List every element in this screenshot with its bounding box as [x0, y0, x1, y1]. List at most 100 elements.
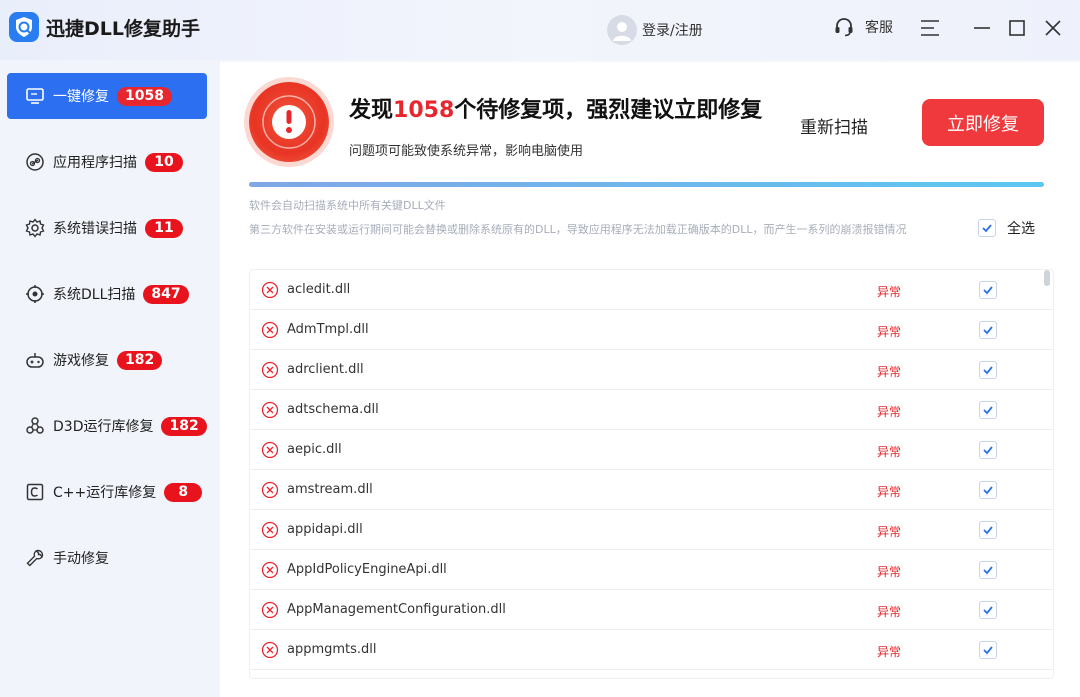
sidebar-item-system-error-scan[interactable]: 系统错误扫描 11	[7, 205, 207, 251]
row-checkbox[interactable]	[979, 561, 997, 579]
sidebar-item-app-scan[interactable]: 应用程序扫描 10	[7, 139, 207, 185]
dll-name: aepic.dll	[287, 442, 342, 457]
check-icon	[983, 446, 993, 455]
login-register-button[interactable]: 登录/注册	[607, 15, 703, 45]
check-icon	[983, 286, 993, 295]
error-x-icon	[261, 361, 279, 379]
scan-progress-bar	[249, 182, 1044, 187]
check-icon	[982, 224, 992, 233]
list-scrollbar[interactable]	[1044, 270, 1050, 286]
check-icon	[983, 406, 993, 415]
table-row: adtschema.dll 异常	[250, 390, 1053, 430]
molecule-icon	[25, 416, 45, 436]
sidebar-item-d3d-runtime-repair[interactable]: D3D运行库修复 182	[7, 403, 207, 449]
select-all-checkbox[interactable]	[978, 219, 996, 237]
customer-service-button[interactable]: 客服	[833, 16, 893, 38]
scan-progress-fill	[249, 182, 1044, 187]
sidebar-item-label: D3D运行库修复	[53, 419, 154, 435]
dll-name: adtschema.dll	[287, 402, 379, 417]
sidebar-item-label: 游戏修复	[53, 353, 109, 369]
row-checkbox[interactable]	[979, 441, 997, 459]
table-row: aepic.dll 异常	[250, 430, 1053, 470]
avatar	[607, 15, 637, 45]
sidebar: 一键修复 1058 应用程序扫描 10 系统错误扫描 11 系统DLL扫描 84…	[0, 60, 220, 697]
status-text: 异常	[877, 445, 902, 459]
app-logo-icon	[9, 12, 39, 42]
row-checkbox[interactable]	[979, 601, 997, 619]
error-x-icon	[261, 401, 279, 419]
select-all-label: 全选	[1007, 221, 1035, 237]
status-text: 异常	[877, 485, 902, 499]
row-checkbox[interactable]	[979, 521, 997, 539]
error-x-icon	[261, 601, 279, 619]
customer-service-label: 客服	[865, 20, 893, 36]
status-text: 异常	[877, 605, 902, 619]
sidebar-item-one-click-repair[interactable]: 一键修复 1058	[7, 73, 207, 119]
sidebar-item-label: 系统DLL扫描	[53, 287, 136, 303]
fix-now-button[interactable]: 立即修复	[922, 99, 1044, 146]
status-text: 异常	[877, 365, 902, 379]
table-row: AppManagementConfiguration.dll 异常	[250, 590, 1053, 630]
dll-name: amstream.dll	[287, 482, 373, 497]
dll-name: acledit.dll	[287, 282, 351, 297]
row-checkbox[interactable]	[979, 481, 997, 499]
subtitle: 问题项可能致使系统异常，影响电脑使用	[349, 144, 584, 159]
title-bar: 迅捷DLL修复助手 登录/注册 客服	[0, 0, 1080, 60]
error-x-icon	[261, 321, 279, 339]
check-icon	[983, 606, 993, 615]
dll-name: adrclient.dll	[287, 362, 364, 377]
headline-prefix: 发现	[349, 98, 394, 123]
table-row: amstream.dll 异常	[250, 470, 1053, 510]
table-row: appmgmts.dll 异常	[250, 630, 1053, 670]
count-badge: 10	[145, 152, 183, 172]
count-badge: 847	[143, 284, 189, 304]
sidebar-item-manual-repair[interactable]: 手动修复	[7, 535, 207, 581]
wrench-icon	[25, 548, 45, 568]
menu-button[interactable]	[918, 16, 942, 40]
dll-name: AdmTmpl.dll	[287, 322, 369, 337]
check-icon	[983, 366, 993, 375]
count-badge: 11	[145, 218, 183, 238]
info-text-1: 软件会自动扫描系统中所有关键DLL文件	[249, 199, 446, 212]
select-all-toggle[interactable]: 全选	[978, 218, 1035, 238]
dll-name: AppManagementConfiguration.dll	[287, 602, 506, 617]
sidebar-item-label: C++运行库修复	[53, 485, 157, 501]
count-badge: 8	[164, 482, 203, 502]
error-x-icon	[261, 281, 279, 299]
close-icon	[1045, 20, 1061, 36]
count-badge: 182	[161, 416, 207, 436]
error-x-icon	[261, 441, 279, 459]
gear-icon	[25, 218, 45, 238]
row-checkbox[interactable]	[979, 361, 997, 379]
status-text: 异常	[877, 405, 902, 419]
sidebar-item-label: 一键修复	[53, 89, 109, 105]
rescan-button[interactable]: 重新扫描	[800, 113, 868, 138]
minimize-button[interactable]	[970, 16, 994, 40]
table-row: appidapi.dll 异常	[250, 510, 1053, 550]
check-icon	[983, 326, 993, 335]
sidebar-item-cpp-runtime-repair[interactable]: C++运行库修复 8	[7, 469, 207, 515]
sidebar-item-label: 应用程序扫描	[53, 155, 137, 171]
menu-icon	[921, 20, 939, 36]
info-text-2: 第三方软件在安装或运行期间可能会替换或删除系统原有的DLL，导致应用程序无法加载…	[249, 223, 907, 236]
status-text: 异常	[877, 285, 902, 299]
sidebar-item-label: 手动修复	[53, 551, 109, 567]
app-title: 迅捷DLL修复助手	[46, 18, 200, 40]
status-text: 异常	[877, 645, 902, 659]
sidebar-item-game-repair[interactable]: 游戏修复 182	[7, 337, 207, 383]
status-text: 异常	[877, 565, 902, 579]
check-icon	[983, 526, 993, 535]
maximize-button[interactable]	[1005, 16, 1029, 40]
sidebar-item-system-dll-scan[interactable]: 系统DLL扫描 847	[7, 271, 207, 317]
monitor-icon	[25, 86, 45, 106]
row-checkbox[interactable]	[979, 401, 997, 419]
row-checkbox[interactable]	[979, 281, 997, 299]
check-icon	[983, 486, 993, 495]
error-x-icon	[261, 641, 279, 659]
error-x-icon	[261, 521, 279, 539]
row-checkbox[interactable]	[979, 641, 997, 659]
maximize-icon	[1009, 20, 1025, 36]
dll-name: appmgmts.dll	[287, 642, 377, 657]
row-checkbox[interactable]	[979, 321, 997, 339]
close-button[interactable]	[1041, 16, 1065, 40]
